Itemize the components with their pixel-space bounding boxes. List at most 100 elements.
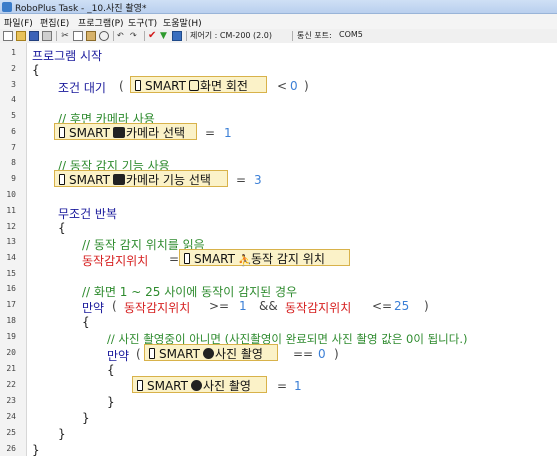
- smartphone-icon: [184, 253, 190, 264]
- line-number: 21: [6, 364, 16, 373]
- copy-icon[interactable]: [73, 31, 83, 41]
- line-number: 20: [6, 348, 16, 357]
- value[interactable]: 1: [294, 379, 302, 393]
- smart-camera-function-block[interactable]: SMART 카메라 기능 선택: [54, 170, 228, 187]
- line-number: 10: [6, 190, 16, 199]
- variable[interactable]: 동작감지위치: [82, 252, 148, 269]
- line-number: 13: [6, 237, 16, 246]
- paste-icon[interactable]: [86, 31, 96, 41]
- loop-forever-keyword[interactable]: 무조건 반복: [58, 205, 117, 222]
- toolbar-separator: [144, 31, 145, 41]
- value[interactable]: 25: [394, 299, 409, 313]
- toolbar-separator: [292, 31, 293, 41]
- smart-motion-position-block[interactable]: SMART ⛹동작 감지 위치: [179, 249, 350, 266]
- variable[interactable]: 동작감지위치: [124, 299, 190, 316]
- camera-icon: [190, 380, 202, 391]
- paren-open: (: [136, 347, 141, 361]
- menu-program[interactable]: 프로그램(P): [78, 16, 124, 29]
- undo-icon[interactable]: ↶: [117, 31, 127, 41]
- smart-label: SMART: [147, 379, 188, 393]
- brace-close: }: [82, 411, 90, 425]
- value[interactable]: 1: [224, 126, 232, 140]
- wait-until-keyword[interactable]: 조건 대기: [58, 79, 106, 96]
- value[interactable]: 1: [239, 299, 247, 313]
- paren-close: ): [424, 299, 429, 313]
- smart-label: SMART: [69, 173, 110, 187]
- if-keyword[interactable]: 만약: [107, 347, 129, 364]
- controller-label: 제어기 : CM-200 (2.0): [190, 31, 273, 40]
- line-number: 18: [6, 316, 16, 325]
- print-icon[interactable]: [42, 31, 52, 41]
- block-label: 동작 감지 위치: [250, 252, 325, 266]
- line-number: 12: [6, 222, 16, 231]
- new-file-icon[interactable]: [3, 31, 13, 41]
- operator: ==: [293, 347, 314, 361]
- program-start-keyword[interactable]: 프로그램 시작: [32, 47, 102, 64]
- line-number: 22: [6, 380, 16, 389]
- redo-icon[interactable]: ↷: [130, 31, 140, 41]
- brace-open: {: [58, 221, 66, 235]
- camera-icon: [202, 348, 214, 359]
- variable[interactable]: 동작감지위치: [285, 299, 351, 316]
- operator: =: [236, 173, 247, 187]
- operator: =: [169, 252, 180, 266]
- value[interactable]: 3: [254, 173, 262, 187]
- brace-open: {: [82, 315, 90, 329]
- toolbar-separator: [113, 31, 114, 41]
- window-title: RoboPlus Task - _10.사진 촬영*: [15, 4, 147, 14]
- toolbar-separator: [56, 31, 57, 41]
- paren-close: ): [334, 347, 339, 361]
- block-label: 화면 회전: [199, 79, 248, 93]
- brace-open: {: [32, 63, 40, 77]
- check-icon[interactable]: ✔: [148, 31, 158, 41]
- port-label: 통신 포트:: [297, 31, 332, 40]
- port-select[interactable]: COM5: [339, 30, 363, 39]
- find-icon[interactable]: [99, 31, 109, 41]
- toolbar: ✂ ↶ ↷ ✔ ▼ 제어기 : CM-200 (2.0) 통신 포트: COM5: [0, 29, 557, 44]
- logical-and: &&: [259, 299, 278, 313]
- smart-screen-rotation-block[interactable]: SMART 화면 회전: [130, 76, 267, 93]
- block-label: 사진 촬영: [214, 347, 263, 361]
- smart-label: SMART: [194, 252, 235, 266]
- if-keyword[interactable]: 만약: [82, 299, 104, 316]
- open-folder-icon[interactable]: [16, 31, 26, 41]
- menu-file[interactable]: 파일(F): [4, 16, 33, 29]
- value[interactable]: 0: [318, 347, 326, 361]
- operator: =: [205, 126, 216, 140]
- line-number: 5: [11, 111, 16, 120]
- menu-bar: 파일(F) 편집(E) 프로그램(P) 도구(T) 도움말(H): [0, 14, 557, 29]
- line-number: 25: [6, 428, 16, 437]
- camera-icon: [112, 174, 125, 185]
- screen-rotation-icon: [188, 80, 199, 91]
- debug-icon[interactable]: [172, 31, 182, 41]
- menu-tools[interactable]: 도구(T): [128, 16, 157, 29]
- camera-icon: [112, 127, 125, 138]
- comment[interactable]: // 화면 1 ~ 25 사이에 동작이 감지된 경우: [82, 283, 297, 300]
- line-number: 17: [6, 300, 16, 309]
- brace-close: }: [58, 427, 66, 441]
- line-number: 1: [11, 48, 16, 57]
- operator: =: [277, 379, 288, 393]
- smart-take-photo-block[interactable]: SMART 사진 촬영: [144, 344, 278, 361]
- menu-edit[interactable]: 편집(E): [40, 16, 69, 29]
- save-icon[interactable]: [29, 31, 39, 41]
- smart-camera-select-block[interactable]: SMART 카메라 선택: [54, 123, 197, 140]
- code-editor[interactable]: 1 2 3 4 5 6 7 8 9 10 11 12 13 14 15 16 17 18 19 20 21 22 23 24 2…: [0, 43, 557, 457]
- line-number: 16: [6, 284, 16, 293]
- title-bar: RoboPlus Task - _10.사진 촬영*: [0, 0, 557, 14]
- download-icon[interactable]: ▼: [160, 31, 170, 41]
- line-number: 26: [6, 444, 16, 453]
- value[interactable]: 0: [290, 79, 298, 93]
- menu-help[interactable]: 도움말(H): [163, 16, 202, 29]
- line-number: 23: [6, 396, 16, 405]
- brace-close: }: [107, 395, 115, 409]
- line-number: 4: [11, 95, 16, 104]
- smart-take-photo-block[interactable]: SMART 사진 촬영: [132, 376, 267, 393]
- line-number: 24: [6, 412, 16, 421]
- paren-open: (: [112, 299, 117, 313]
- block-label: 사진 촬영: [202, 379, 251, 393]
- running-person-icon: ⛹: [237, 254, 252, 267]
- cut-icon[interactable]: ✂: [60, 31, 70, 41]
- line-number: 2: [11, 64, 16, 73]
- line-number: 19: [6, 332, 16, 341]
